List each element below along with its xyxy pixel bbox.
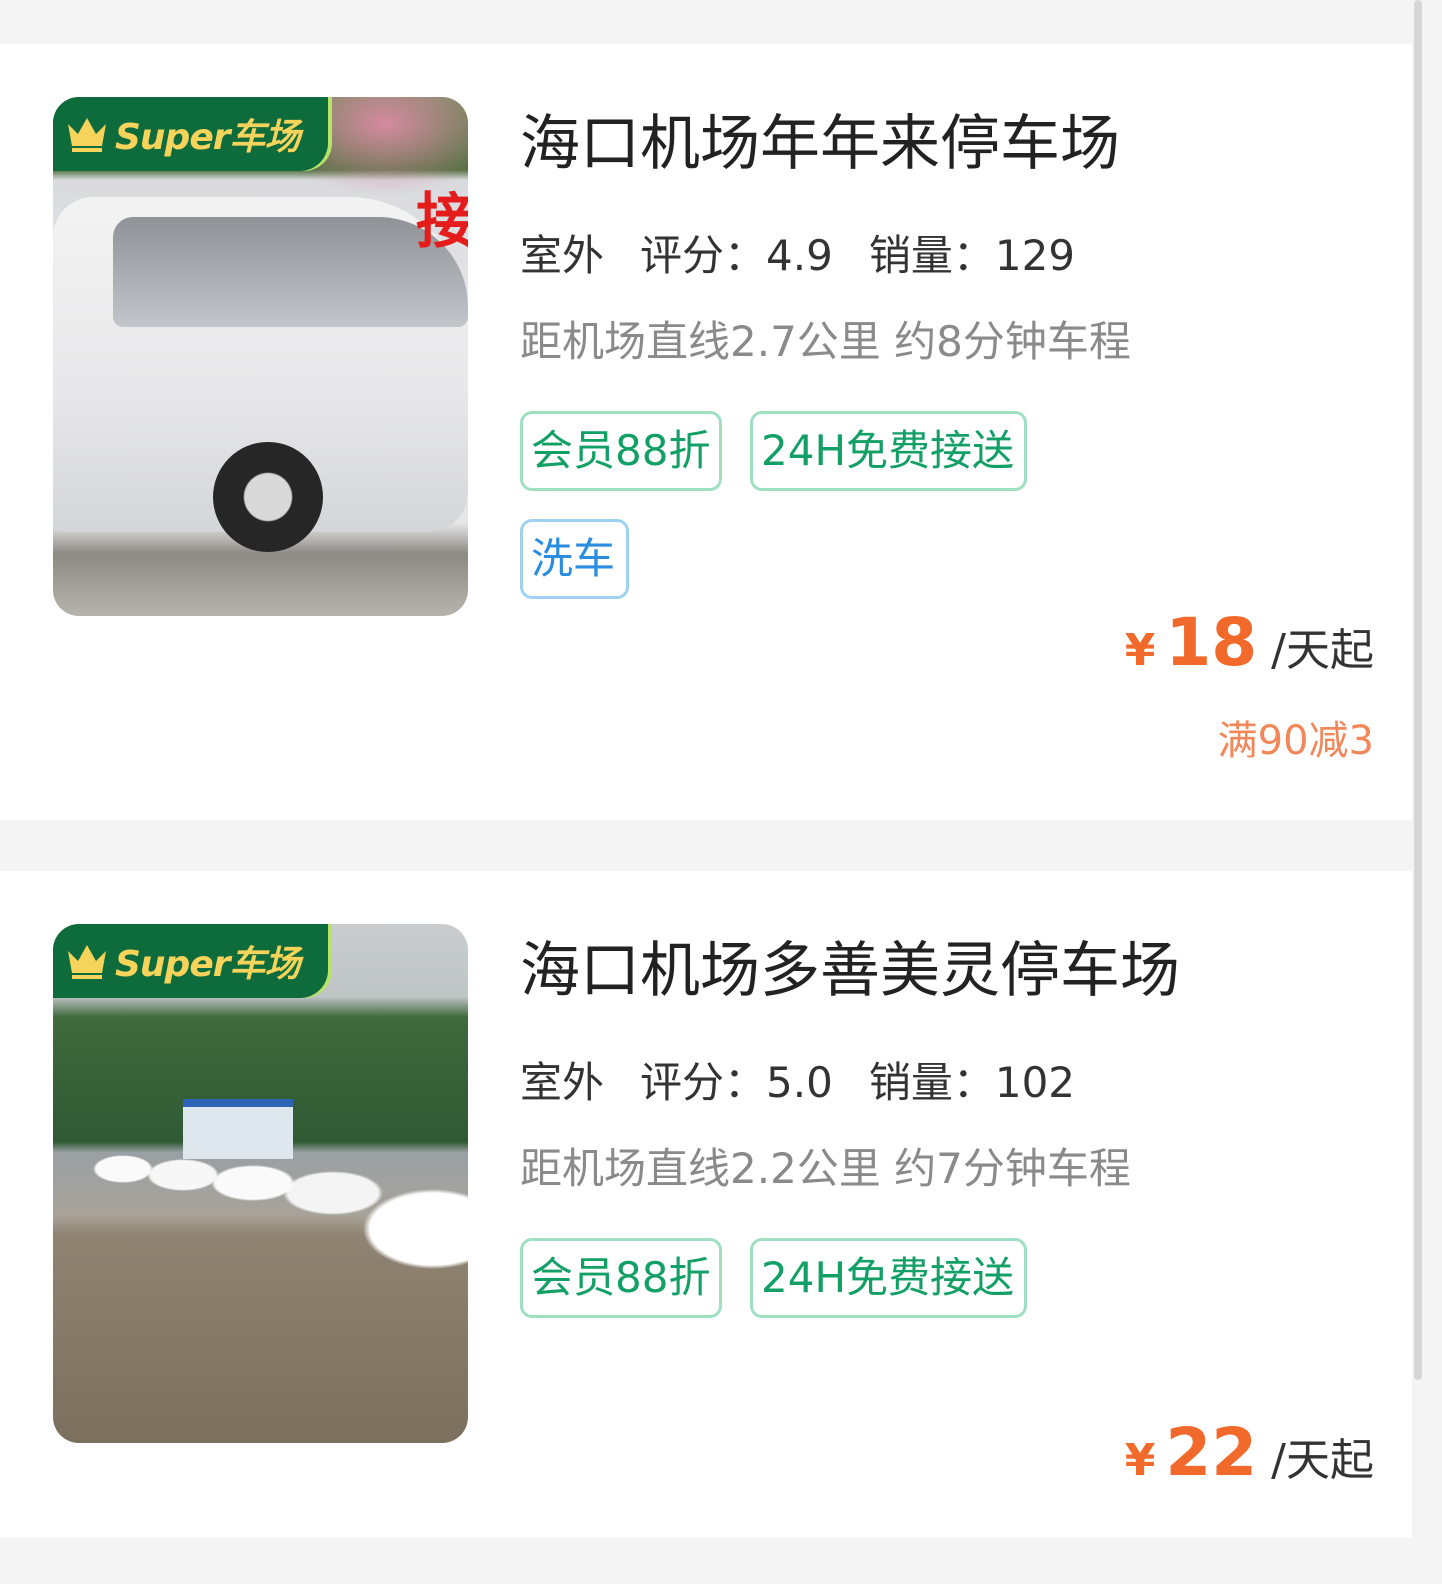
sales-value: 102 <box>994 1058 1076 1107</box>
parking-lot-image: 接 Super车场 <box>53 97 468 616</box>
tag-member-discount: 会员88折 <box>520 411 722 491</box>
parking-lot-card[interactable]: 接 Super车场 海口机场年年来停车场 室外 评分： 4.9 销量： 129 <box>0 44 1412 820</box>
price-value: 18 <box>1165 604 1258 681</box>
currency-symbol: ¥ <box>1124 625 1156 676</box>
super-badge: Super车场 <box>53 924 328 998</box>
parking-lot-title[interactable]: 海口机场多善美灵停车场 <box>520 935 1180 1007</box>
van-window-shape <box>113 217 468 327</box>
promo-text: 满90减3 <box>1217 718 1374 764</box>
tag-car-wash: 洗车 <box>520 519 629 599</box>
sales: 销量： 102 <box>869 1057 1075 1109</box>
crown-icon <box>68 945 106 979</box>
distance-text: 距机场直线2.2公里 约7分钟车程 <box>520 1144 1131 1193</box>
rating-label: 评分： <box>640 1058 767 1107</box>
parking-lot-meta: 室外 评分： 5.0 销量： 102 <box>517 1057 1111 1109</box>
van-wheel-shape <box>213 442 323 552</box>
price-row: ¥ 22 /天起 <box>1125 1414 1374 1491</box>
parking-lot-title[interactable]: 海口机场年年来停车场 <box>520 108 1120 180</box>
tag-member-discount: 会员88折 <box>520 1238 722 1318</box>
parking-lot-image: Super车场 <box>53 924 468 1443</box>
currency-symbol: ¥ <box>1124 1435 1156 1486</box>
sales-label: 销量： <box>868 1058 995 1107</box>
tag-free-shuttle: 24H免费接送 <box>750 411 1027 491</box>
rating-label: 评分： <box>640 231 767 280</box>
rating: 评分： 5.0 <box>640 1057 833 1109</box>
rating-value: 4.9 <box>766 231 833 280</box>
super-badge-label: Super车场 <box>115 944 300 985</box>
price-unit: /天起 <box>1271 625 1374 676</box>
price-unit: /天起 <box>1271 1435 1374 1486</box>
tag-free-shuttle: 24H免费接送 <box>750 1238 1027 1318</box>
sales: 销量： 129 <box>869 230 1075 282</box>
sales-value: 129 <box>994 231 1076 280</box>
distance-text: 距机场直线2.7公里 约8分钟车程 <box>520 317 1131 366</box>
lot-type-label: 室外 <box>517 231 605 282</box>
parking-lot-meta: 室外 评分： 4.9 销量： 129 <box>517 230 1111 282</box>
super-badge: Super车场 <box>53 97 328 171</box>
price-value: 22 <box>1165 1414 1258 1491</box>
parked-cars-shape <box>93 1149 468 1269</box>
scrollbar[interactable] <box>1414 0 1422 1380</box>
price-row: ¥ 18 /天起 <box>1125 604 1374 681</box>
parking-lot-card[interactable]: Super车场 海口机场多善美灵停车场 室外 评分： 5.0 销量： 102 距… <box>0 871 1412 1538</box>
super-badge-label: Super车场 <box>115 117 300 158</box>
lot-type-label: 室外 <box>517 1058 605 1109</box>
crown-icon <box>68 118 106 152</box>
rating: 评分： 4.9 <box>640 230 833 282</box>
sales-label: 销量： <box>868 231 995 280</box>
image-sign-text: 接 <box>416 187 468 257</box>
rating-value: 5.0 <box>766 1058 833 1107</box>
